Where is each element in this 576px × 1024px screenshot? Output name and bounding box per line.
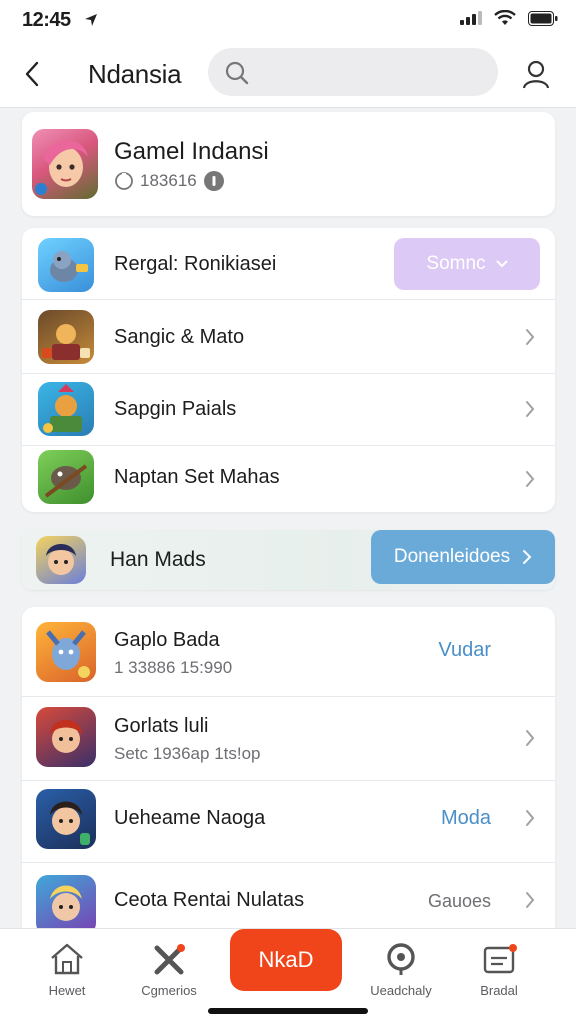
magnify-icon <box>387 943 415 975</box>
wifi-icon <box>494 10 516 25</box>
list-item[interactable]: Rergal: Ronikiasei Somnc <box>22 228 555 300</box>
game-icon <box>36 875 96 935</box>
page-title: Ndansia <box>88 59 182 89</box>
list-item-label: Sapgin Paials <box>114 398 237 420</box>
tab-center-action[interactable]: NkaD <box>230 929 342 991</box>
list-item[interactable]: Gaplo Bada 1 33886 15:990 Vudar <box>22 607 555 697</box>
downloads-button[interactable]: Donenleidoes <box>371 530 555 584</box>
promo-banner[interactable]: Han Mads Donenleidoes <box>22 530 555 590</box>
location-arrow-icon <box>85 14 97 26</box>
chevron-right-icon <box>526 329 535 345</box>
tab-center-label: NkaD <box>258 947 314 972</box>
chevron-right-icon <box>526 730 535 746</box>
user-icon <box>522 60 550 89</box>
categories-icon <box>154 944 185 975</box>
list-item-action[interactable]: Gauoes <box>428 891 491 912</box>
chevron-right-icon <box>523 550 532 564</box>
tab-home[interactable]: Hewet <box>22 941 112 998</box>
search-icon <box>225 61 249 85</box>
status-indicators <box>460 10 558 26</box>
chevron-right-icon <box>526 471 535 487</box>
young-hero-icon <box>50 801 90 845</box>
beast-icon <box>44 464 88 498</box>
list-item-subtitle: 1 33886 15:990 <box>114 658 233 677</box>
banner-game-icon <box>36 536 86 584</box>
ninja-icon <box>46 544 76 575</box>
game-icon <box>36 707 96 767</box>
tab-label: Hewet <box>48 983 86 998</box>
downloads-button-label: Donenleidoes <box>393 546 511 567</box>
character-avatar-icon <box>35 140 88 195</box>
banner-label: Han Mads <box>110 548 206 571</box>
list-item[interactable]: Sapgin Paials <box>22 374 555 446</box>
chevron-down-icon <box>495 260 508 268</box>
sorcerer-icon <box>46 630 90 678</box>
featured-game-card[interactable]: Gamel Indansi 183616 <box>22 112 555 216</box>
tab-label: Ueadchaly <box>370 983 432 998</box>
creature-icon <box>50 251 88 282</box>
controller-icon <box>115 172 133 190</box>
game-list-secondary: Gaplo Bada 1 33886 15:990 Vudar Gorlats … <box>22 607 555 937</box>
chevron-right-icon <box>526 892 535 908</box>
info-icon[interactable] <box>203 170 225 192</box>
list-item-subtitle: Setc 1936ap 1ts!op <box>114 744 261 763</box>
signal-icon <box>460 11 482 25</box>
list-item[interactable]: Ueheame Naoga Moda <box>22 781 555 863</box>
list-item-title: Ceota Rentai Nulatas <box>114 889 305 911</box>
inbox-icon <box>483 944 517 974</box>
tab-label: Cgmerios <box>141 983 197 998</box>
warrior-icon <box>42 324 90 360</box>
game-icon <box>38 238 94 292</box>
list-item-title: Ueheame Naoga <box>114 807 266 829</box>
game-icon <box>38 450 94 504</box>
tab-label: Bradal <box>480 983 518 998</box>
tab-categories[interactable]: Cgmerios <box>124 941 214 998</box>
profile-button[interactable] <box>516 54 556 94</box>
list-item-label: Rergal: Ronikiasei <box>114 253 277 275</box>
status-time: 12:45 <box>22 9 71 31</box>
nav-bar: Ndansia <box>0 42 576 108</box>
tab-search[interactable]: Ueadchaly <box>356 941 446 998</box>
sync-button[interactable]: Somnc <box>394 238 540 290</box>
list-item[interactable]: Ceota Rentai Nulatas Gauoes <box>22 863 555 937</box>
back-button[interactable] <box>14 56 50 92</box>
sync-button-label: Somnc <box>426 253 486 274</box>
list-item-label: Sangic & Mato <box>114 326 245 348</box>
list-item-label: Naptan Set Mahas <box>114 466 280 488</box>
list-item-title: Gaplo Bada <box>114 629 220 651</box>
home-icon <box>51 943 83 975</box>
search-input[interactable] <box>208 48 498 96</box>
list-item[interactable]: Sangic & Mato <box>22 300 555 374</box>
game-icon <box>36 789 96 849</box>
game-icon <box>38 382 94 436</box>
list-item[interactable]: Gorlats luli Setc 1936ap 1ts!op <box>22 697 555 781</box>
tab-profile[interactable]: Bradal <box>454 941 544 998</box>
featured-game-title: Gamel Indansi <box>114 138 269 165</box>
home-indicator <box>208 1008 368 1014</box>
chevron-right-icon <box>526 810 535 826</box>
list-item-action[interactable]: Vudar <box>438 639 491 662</box>
list-item-action[interactable]: Moda <box>441 807 491 830</box>
list-item-title: Gorlats luli <box>114 715 209 737</box>
list-item[interactable]: Naptan Set Mahas <box>22 446 555 512</box>
chevron-left-icon <box>25 61 39 87</box>
game-icon <box>36 622 96 682</box>
mage-icon <box>50 885 82 921</box>
hero-icon <box>43 384 82 433</box>
chevron-right-icon <box>526 401 535 417</box>
featured-game-count: 183616 <box>140 171 197 190</box>
status-bar: 12:45 <box>0 0 576 42</box>
featured-game-icon <box>32 129 98 199</box>
game-icon <box>38 310 94 364</box>
battery-icon <box>528 10 558 26</box>
featured-game-meta: 183616 <box>114 170 225 192</box>
redhead-avatar-icon <box>50 720 82 753</box>
game-list-primary: Rergal: Ronikiasei Somnc Sangic & Mato S… <box>22 228 555 512</box>
